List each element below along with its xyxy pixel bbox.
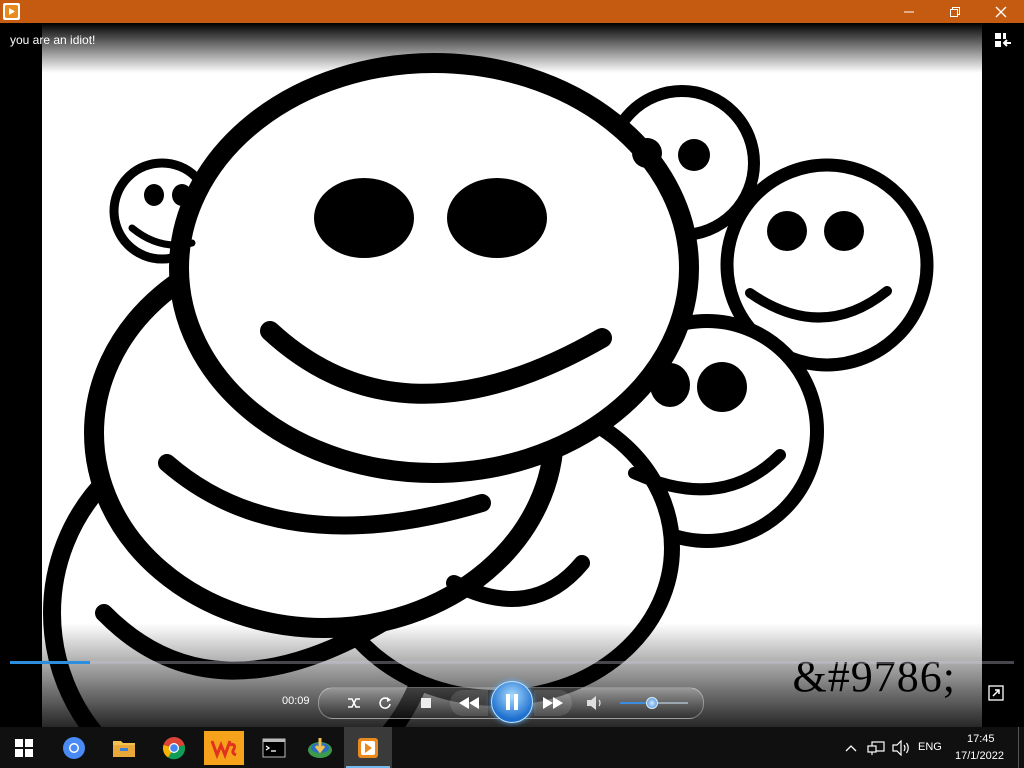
clock-date[interactable]: 17/1/2022 — [955, 750, 1004, 762]
show-hidden-icons-button[interactable] — [840, 727, 862, 768]
seek-bar[interactable] — [10, 661, 1014, 664]
stop-button[interactable] — [416, 693, 436, 713]
volume-tray-button[interactable] — [890, 727, 914, 768]
start-button[interactable] — [0, 727, 48, 768]
fullscreen-button[interactable] — [988, 685, 1004, 701]
volume-icon — [587, 696, 601, 710]
taskbar-command-prompt[interactable] — [250, 727, 298, 768]
chevron-up-icon — [845, 744, 857, 751]
seek-bar-progress — [10, 661, 91, 664]
repeat-icon — [379, 697, 391, 709]
shuffle-button[interactable] — [344, 693, 364, 713]
repeat-button[interactable] — [375, 693, 395, 713]
fullscreen-icon — [988, 685, 1004, 701]
file-explorer-icon — [113, 740, 135, 757]
minimize-button[interactable] — [886, 0, 932, 23]
media-player-icon — [358, 737, 378, 758]
shuffle-icon — [348, 698, 360, 708]
taskbar-file-explorer[interactable] — [100, 727, 148, 768]
clock-time[interactable]: 17:45 — [967, 733, 995, 745]
pause-icon — [506, 694, 518, 710]
network-icon — [867, 740, 885, 755]
taskbar: ENG 17:45 17/1/2022 — [0, 727, 1024, 768]
next-button[interactable] — [534, 690, 572, 716]
title-bar — [0, 0, 1024, 23]
input-language[interactable]: ENG — [918, 741, 942, 753]
volume-slider-thumb[interactable] — [645, 697, 658, 709]
chrome-icon — [162, 736, 186, 759]
media-player-icon[interactable] — [3, 3, 20, 20]
previous-button[interactable] — [450, 690, 488, 716]
speaker-icon — [892, 739, 909, 756]
mute-button[interactable] — [584, 693, 606, 713]
volume-slider[interactable] — [620, 697, 688, 709]
minimize-icon — [904, 11, 914, 12]
elapsed-time: 00:09 — [282, 695, 310, 707]
smiley-faces-image — [43, 53, 934, 727]
switch-to-library-button[interactable] — [994, 31, 1012, 49]
restore-button[interactable] — [932, 0, 978, 23]
restore-icon — [950, 6, 960, 17]
network-button[interactable] — [864, 727, 888, 768]
video-caption-text: &#9786; — [792, 652, 956, 701]
pause-button[interactable] — [491, 681, 533, 723]
download-manager-icon — [308, 737, 332, 758]
taskbar-media-player[interactable] — [344, 727, 392, 768]
close-icon — [995, 6, 1007, 17]
start-icon — [15, 738, 33, 757]
command-prompt-icon — [262, 738, 286, 757]
switch-to-library-icon — [995, 33, 1011, 47]
taskbar-wps-office[interactable] — [200, 727, 248, 768]
taskbar-chrome[interactable] — [150, 727, 198, 768]
taskbar-chromium[interactable] — [50, 727, 98, 768]
taskbar-download-manager[interactable] — [296, 727, 344, 768]
next-icon — [543, 697, 563, 709]
stop-icon — [421, 698, 431, 708]
close-button[interactable] — [978, 0, 1024, 23]
top-fade-overlay — [0, 23, 1024, 73]
video-area[interactable]: you are an idiot! &#9786; 00:09 — [0, 23, 1024, 727]
previous-icon — [459, 697, 479, 709]
video-title: you are an idiot! — [10, 33, 96, 47]
chromium-icon — [63, 736, 85, 759]
video-frame — [42, 23, 982, 727]
wps-office-icon — [204, 730, 244, 765]
show-desktop-button[interactable] — [1018, 727, 1019, 768]
